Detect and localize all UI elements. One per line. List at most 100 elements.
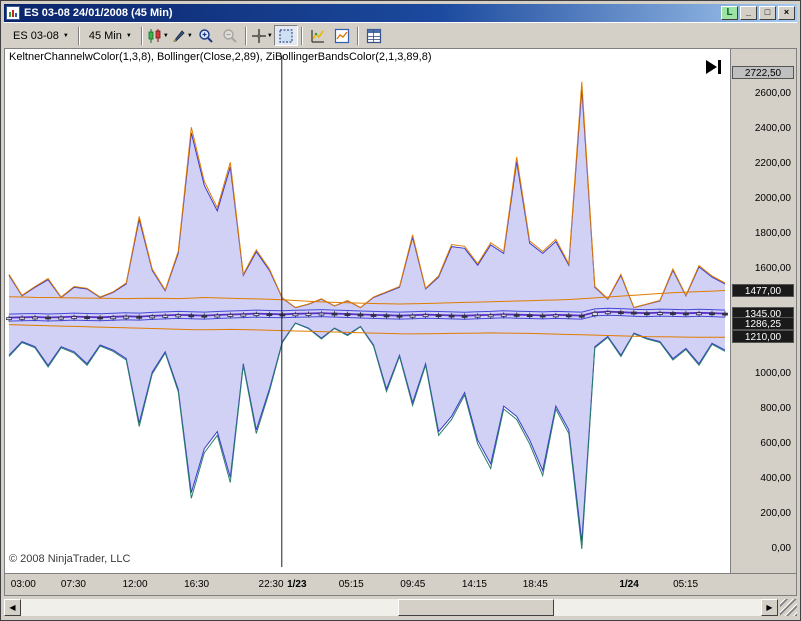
chart-style-button[interactable]: ▼ — [146, 25, 170, 46]
time-label: 14:15 — [462, 579, 487, 590]
time-label: 09:45 — [400, 579, 425, 590]
candle-body — [345, 314, 350, 316]
y-axis-label: 1800,00 — [755, 228, 791, 239]
crosshair-button[interactable]: ▼ — [250, 25, 274, 46]
candle-body — [527, 315, 532, 317]
candle-body — [150, 316, 155, 318]
candle-body — [332, 313, 337, 315]
scroll-track[interactable] — [21, 599, 761, 616]
candle-body — [267, 314, 272, 316]
bar-icon — [718, 60, 721, 74]
candle-body — [176, 315, 181, 317]
mini-chart-icon — [334, 28, 350, 44]
y-axis-label: 1000,00 — [755, 368, 791, 379]
title-bar: ES 03-08 24/01/2008 (45 Min) L _ □ × — [4, 4, 797, 22]
y-axis-label: 200,00 — [760, 508, 791, 519]
price-badge: 1477,00 — [732, 284, 794, 297]
zoom-out-button[interactable] — [218, 25, 242, 46]
window-icon — [6, 6, 20, 20]
resize-grip-icon[interactable] — [780, 599, 797, 616]
candle-body — [644, 313, 649, 315]
y-axis-label: 800,00 — [760, 403, 791, 414]
selection-box-icon — [278, 28, 294, 44]
candle-body — [319, 313, 324, 315]
candle-body — [592, 312, 597, 315]
candle-body — [124, 316, 129, 318]
candle-body — [20, 317, 25, 319]
chevron-down-icon: ▼ — [126, 33, 132, 39]
draw-tool-button[interactable]: ▼ — [170, 25, 194, 46]
chart-plot[interactable]: KeltnerChannelwColor(1,3,8), Bollinger(C… — [5, 49, 730, 573]
price-badge: 1210,00 — [732, 330, 794, 343]
candle-body — [280, 314, 285, 316]
toolbar-separator — [357, 27, 359, 45]
chart-window: ES 03-08 24/01/2008 (45 Min) L _ □ × ES … — [0, 0, 801, 621]
candle-body — [306, 313, 311, 315]
y-axis-label: 600,00 — [760, 438, 791, 449]
zoom-in-button[interactable] — [194, 25, 218, 46]
copyright-label: © 2008 NinjaTrader, LLC — [9, 553, 130, 565]
candle-body — [33, 317, 38, 319]
zoom-out-icon — [222, 28, 238, 44]
candle-body — [475, 315, 480, 317]
instrument-dropdown[interactable]: ES 03-08 ▼ — [7, 27, 75, 45]
toolbar-separator — [245, 27, 247, 45]
candle-body — [566, 315, 571, 317]
time-label: 03:00 — [11, 579, 36, 590]
chevron-down-icon: ▼ — [163, 33, 169, 39]
candle-body — [670, 313, 675, 315]
region-select-button[interactable] — [274, 25, 298, 46]
candle-body — [397, 315, 402, 317]
candle-body — [293, 314, 298, 316]
candle-body — [605, 312, 610, 314]
time-label: 05:15 — [673, 579, 698, 590]
candle-body — [462, 315, 467, 317]
candle-body — [98, 317, 103, 319]
chart-body: KeltnerChannelwColor(1,3,8), Bollinger(C… — [5, 49, 796, 573]
candle-body — [553, 315, 558, 317]
scroll-right-button[interactable]: ▶ — [761, 599, 778, 616]
data-box-button[interactable] — [362, 25, 386, 46]
candle-body — [241, 314, 246, 316]
candle-body — [618, 312, 623, 314]
candle-body — [111, 317, 116, 319]
candle-body — [189, 315, 194, 317]
candle-body — [215, 315, 220, 317]
time-label: 18:45 — [523, 579, 548, 590]
candle-body — [579, 315, 584, 317]
candle-body — [384, 315, 389, 317]
time-label: 1/24 — [619, 579, 638, 590]
go-to-end-button[interactable] — [704, 59, 724, 75]
toolbar-separator — [141, 27, 143, 45]
time-axis[interactable]: 03:0007:3012:0016:3022:301/2305:1509:451… — [5, 573, 796, 595]
time-label: 22:30 — [259, 579, 284, 590]
band-lower-edge-line — [9, 323, 725, 542]
window-title: ES 03-08 24/01/2008 (45 Min) — [24, 7, 719, 19]
price-axis[interactable]: 2600,002400,002200,002000,001800,001600,… — [730, 49, 796, 573]
interval-dropdown[interactable]: 45 Min ▼ — [83, 27, 138, 45]
scroll-thumb[interactable] — [398, 599, 553, 616]
y-axis-label: 2600,00 — [755, 88, 791, 99]
band-upper-edge-line — [9, 89, 725, 308]
chart-panel-button[interactable] — [330, 25, 354, 46]
y-axis-label: 1600,00 — [755, 263, 791, 274]
scroll-left-button[interactable]: ◀ — [4, 599, 21, 616]
chart-link-button[interactable]: L — [721, 6, 738, 20]
pencil-icon — [171, 28, 187, 44]
candle-body — [631, 312, 636, 314]
time-label: 05:15 — [339, 579, 364, 590]
instrument-label: ES 03-08 — [13, 30, 59, 42]
close-button[interactable]: × — [778, 6, 795, 20]
maximize-button[interactable]: □ — [759, 6, 776, 20]
minimize-button[interactable]: _ — [740, 6, 757, 20]
zoom-in-icon — [198, 28, 214, 44]
range-upper-line — [9, 82, 725, 308]
candle-body — [514, 314, 519, 316]
candle-body — [723, 313, 728, 315]
candle-body — [657, 313, 662, 315]
candle-body — [371, 315, 376, 317]
price-badge: 2722,50 — [732, 66, 794, 79]
indicators-button[interactable] — [306, 25, 330, 46]
play-icon — [706, 60, 717, 74]
chart-glyph-icon — [8, 8, 18, 18]
